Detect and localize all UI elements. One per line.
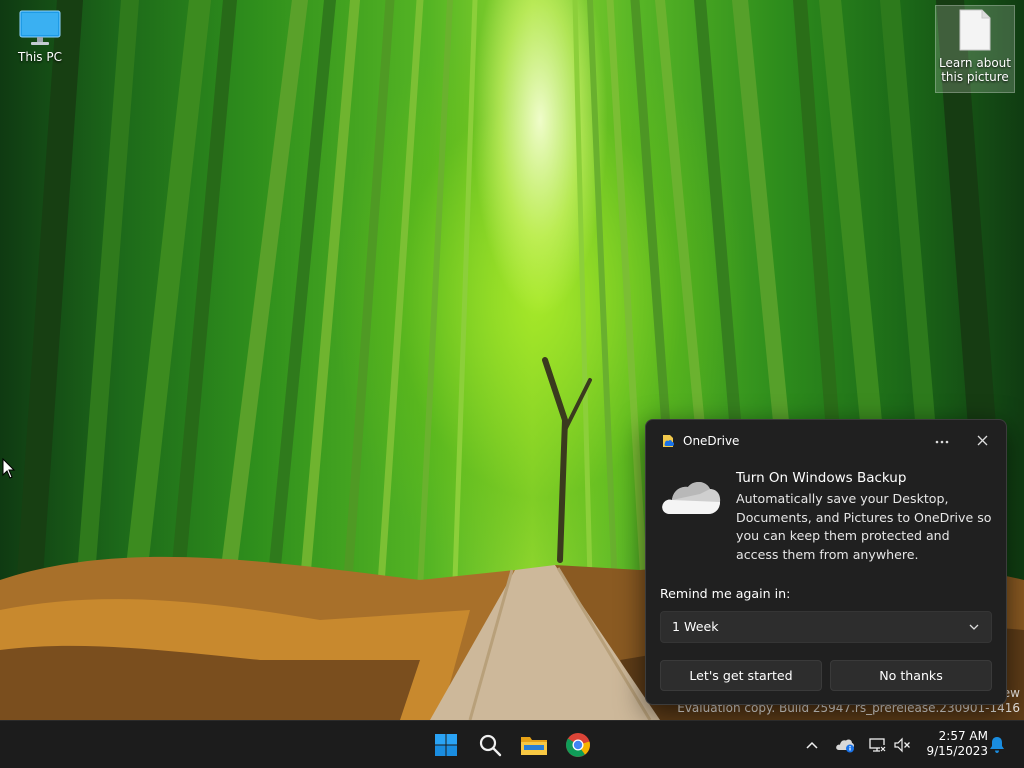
close-icon: [977, 435, 987, 446]
start-button[interactable]: [430, 729, 462, 761]
desktop-icon-label: Learn about this picture: [939, 56, 1011, 84]
lets-get-started-button[interactable]: Let's get started: [660, 660, 822, 691]
more-horizontal-icon: [935, 440, 949, 444]
volume-tray-button[interactable]: [891, 733, 913, 757]
network-tray-button[interactable]: [866, 733, 888, 757]
bell-icon: [990, 737, 1004, 753]
clock-date: 9/15/2023: [926, 744, 988, 758]
onedrive-tray-button[interactable]: [833, 733, 857, 757]
close-button[interactable]: [970, 430, 994, 452]
remind-interval-dropdown[interactable]: 1 Week: [660, 611, 992, 643]
windows-start-icon: [435, 734, 457, 756]
taskbar: 2:57 AM 9/15/2023: [0, 720, 1024, 768]
flyout-description: Automatically save your Desktop, Documen…: [736, 491, 992, 562]
remind-label: Remind me again in:: [660, 586, 791, 601]
file-explorer-button[interactable]: [518, 729, 550, 761]
flyout-app-name: OneDrive: [683, 434, 740, 448]
clock-button[interactable]: 2:57 AM 9/15/2023: [918, 729, 988, 759]
no-thanks-button[interactable]: No thanks: [830, 660, 992, 691]
remind-interval-value: 1 Week: [672, 619, 719, 634]
volume-muted-icon: [894, 737, 910, 753]
onedrive-backup-flyout: OneDrive Turn On Windows Backup Automati…: [645, 419, 1007, 705]
onedrive-cloud-illustration-icon: [662, 481, 721, 514]
chevron-down-icon: [969, 624, 979, 630]
folder-icon: [521, 737, 547, 755]
chrome-icon: [566, 733, 590, 757]
clock-time: 2:57 AM: [938, 729, 988, 743]
flyout-title: Turn On Windows Backup: [736, 470, 907, 486]
notifications-button[interactable]: [986, 733, 1008, 757]
chevron-up-icon: [806, 741, 818, 749]
desktop-icon-learn-about-picture[interactable]: Learn about this picture: [935, 5, 1015, 93]
search-icon: [479, 734, 502, 757]
onedrive-app-icon: [663, 435, 674, 447]
more-options-button[interactable]: [930, 430, 954, 452]
search-button[interactable]: [474, 729, 506, 761]
document-icon: [959, 9, 991, 51]
desktop-icon-label: This PC: [18, 50, 62, 64]
monitor-icon: [19, 10, 61, 45]
show-hidden-icons-button[interactable]: [801, 733, 823, 757]
chrome-button[interactable]: [562, 729, 594, 761]
onedrive-cloud-icon: [836, 739, 854, 753]
mouse-cursor-icon: [2, 458, 16, 479]
desktop-icon-this-pc[interactable]: This PC: [0, 10, 80, 64]
flyout-header: OneDrive: [661, 434, 739, 448]
network-icon: [869, 738, 886, 753]
